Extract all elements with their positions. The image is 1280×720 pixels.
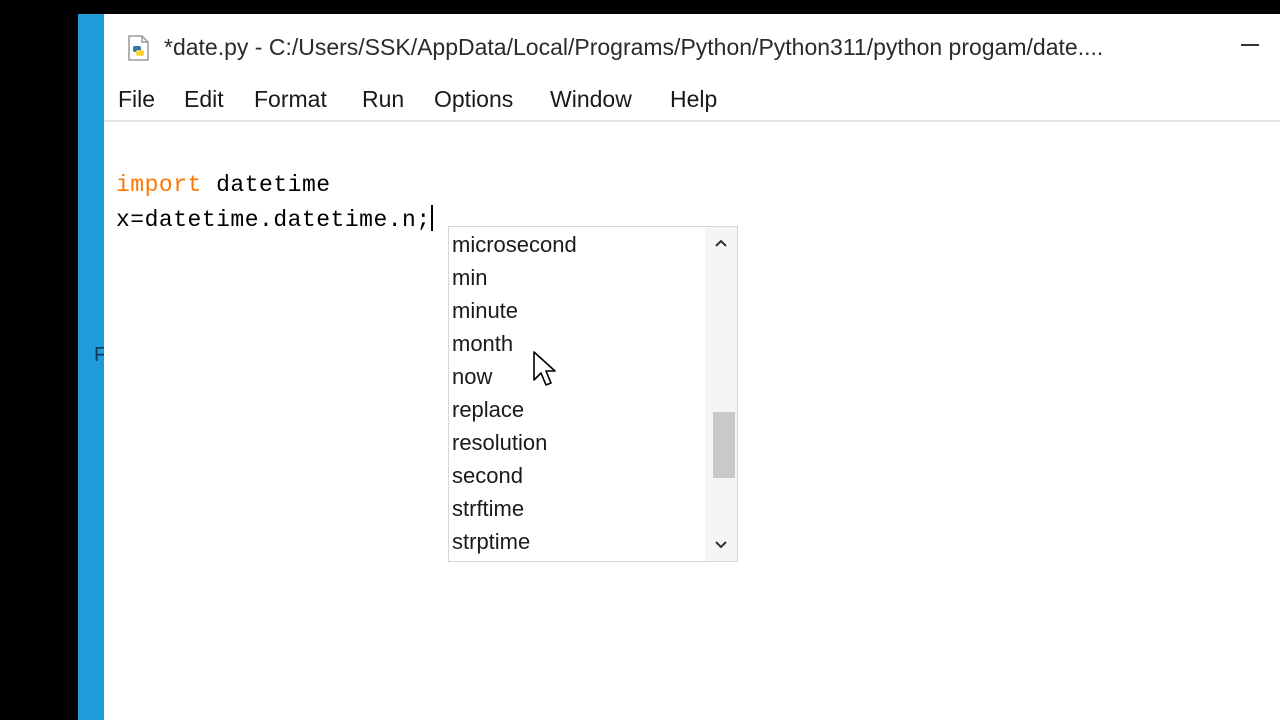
menu-bar: File Edit Format Run Options Window Help xyxy=(104,80,1280,118)
text-caret xyxy=(430,205,433,231)
completion-item-second[interactable]: second xyxy=(452,459,523,492)
window-accent-edge: F xyxy=(78,14,106,720)
completion-item-month[interactable]: month xyxy=(452,327,513,360)
mouse-pointer-icon xyxy=(533,351,556,386)
python-file-icon xyxy=(128,35,149,61)
title-bar[interactable]: *date.py - C:/Users/SSK/AppData/Local/Pr… xyxy=(104,14,1280,80)
chevron-down-icon xyxy=(715,541,727,549)
completion-item-replace[interactable]: replace xyxy=(452,393,524,426)
menu-window[interactable]: Window xyxy=(548,84,634,115)
autocomplete-popup: microsecond min minute month now replace… xyxy=(448,226,738,562)
menu-help[interactable]: Help xyxy=(668,84,719,115)
completion-item-minute[interactable]: minute xyxy=(452,294,518,327)
chevron-up-icon xyxy=(715,239,727,247)
minimize-button[interactable] xyxy=(1238,28,1262,62)
keyword-import: import xyxy=(116,172,202,198)
code-line-2-text: x=datetime.datetime.n; xyxy=(116,207,431,233)
completion-item-now[interactable]: now xyxy=(452,360,492,393)
menu-format[interactable]: Format xyxy=(252,84,329,115)
menu-file[interactable]: File xyxy=(116,84,157,115)
menu-options[interactable]: Options xyxy=(432,84,515,115)
completion-item-strftime[interactable]: strftime xyxy=(452,492,524,525)
code-line-1: import datetime xyxy=(116,172,331,198)
menu-edit[interactable]: Edit xyxy=(182,84,226,115)
menu-run[interactable]: Run xyxy=(360,84,406,115)
completion-item-strptime[interactable]: strptime xyxy=(452,525,530,558)
menu-separator xyxy=(104,120,1280,122)
autocomplete-list[interactable]: microsecond min minute month now replace… xyxy=(449,227,705,561)
completion-item-min[interactable]: min xyxy=(452,261,487,294)
window-title: *date.py - C:/Users/SSK/AppData/Local/Pr… xyxy=(164,34,1104,60)
scroll-up-button[interactable] xyxy=(705,227,737,259)
code-line-2: x=datetime.datetime.n; xyxy=(116,205,433,233)
autocomplete-scrollbar[interactable] xyxy=(705,227,737,561)
scroll-down-button[interactable] xyxy=(705,529,737,561)
completion-item-microsecond[interactable]: microsecond xyxy=(452,228,577,261)
minimize-icon xyxy=(1241,44,1259,46)
code-line-1-rest: datetime xyxy=(201,172,331,198)
scroll-thumb[interactable] xyxy=(713,412,735,478)
completion-item-resolution[interactable]: resolution xyxy=(452,426,547,459)
